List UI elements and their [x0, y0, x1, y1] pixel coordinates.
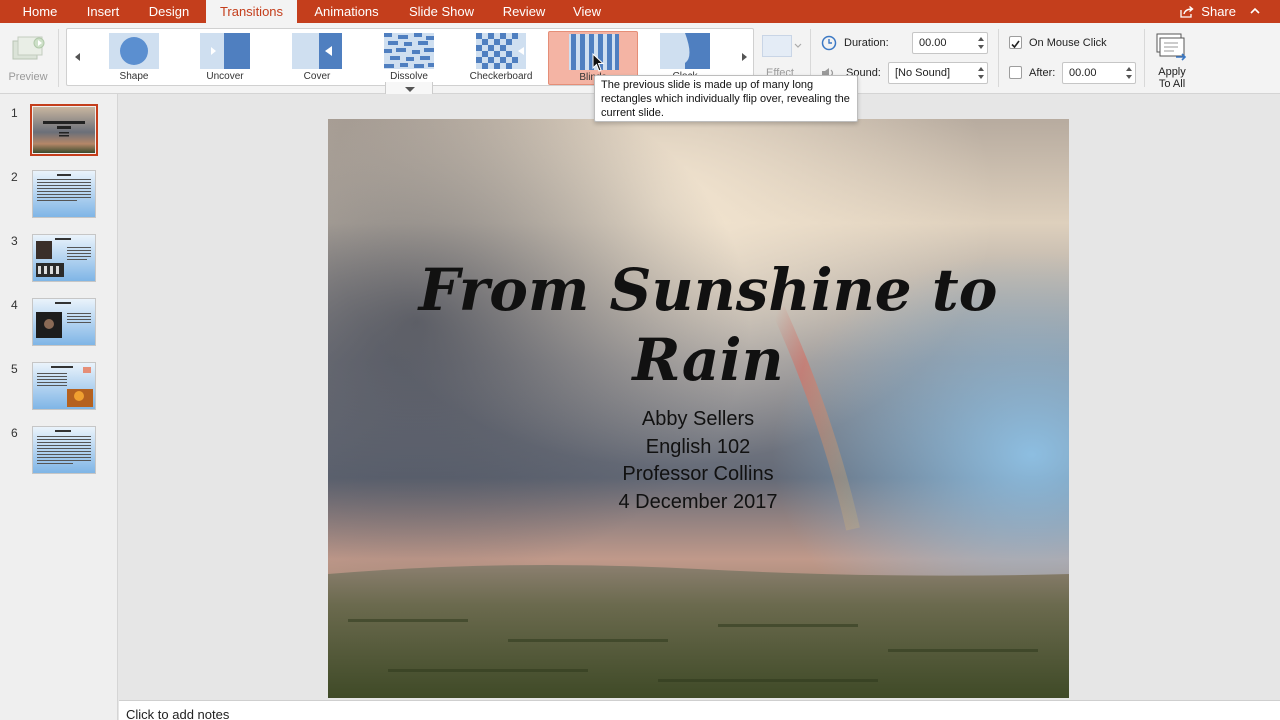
apply-to-all-icon — [1156, 33, 1187, 61]
slide-thumbnail-pane: 1 2 3 4 5 6 — [0, 94, 118, 720]
gallery-scroll-left-icon[interactable] — [73, 51, 83, 63]
tab-design[interactable]: Design — [138, 0, 200, 23]
after-value: 00.00 — [1069, 67, 1097, 79]
transition-label: Cover — [303, 71, 331, 82]
duration-stepper[interactable]: 00.00 — [912, 32, 988, 54]
uncover-icon — [200, 33, 250, 69]
slide-number: 1 — [11, 106, 18, 120]
transition-dissolve[interactable]: Dissolve — [364, 31, 454, 85]
on-mouse-click-checkbox[interactable] — [1009, 36, 1022, 49]
preview-button[interactable]: Preview — [6, 29, 50, 87]
slide-thumbnail-5[interactable] — [32, 362, 96, 410]
tab-slide-show[interactable]: Slide Show — [398, 0, 485, 23]
tab-insert[interactable]: Insert — [74, 0, 132, 23]
slide-thumbnail-3[interactable] — [32, 234, 96, 282]
preview-label: Preview — [8, 71, 48, 83]
duration-value: 00.00 — [919, 37, 947, 49]
notes-pane[interactable]: Click to add notes — [119, 700, 1280, 720]
effect-options-icon — [762, 35, 792, 57]
ribbon-separator — [998, 29, 999, 87]
circle-shape-icon — [109, 33, 159, 69]
after-checkbox[interactable] — [1009, 66, 1022, 79]
clock-wipe-icon — [660, 33, 710, 69]
gallery-scroll-right-icon[interactable] — [739, 51, 749, 63]
slide-thumbnail-image — [33, 235, 95, 281]
share-label: Share — [1201, 4, 1236, 19]
preview-icon — [12, 36, 45, 60]
clock-icon — [821, 35, 837, 51]
subtitle-course: English 102 — [645, 435, 751, 458]
slide-thumbnail-image — [33, 299, 95, 345]
checkmark-icon — [1011, 40, 1020, 49]
after-label: After: — [1029, 67, 1056, 79]
transition-label: Dissolve — [390, 71, 428, 82]
ribbon-separator — [58, 29, 59, 87]
subtitle-author: Abby Sellers — [641, 408, 755, 430]
duration-label: Duration: — [844, 37, 889, 49]
apply-to-all-label: Apply To All — [1158, 66, 1186, 90]
transition-checkerboard[interactable]: Checkerboard — [456, 31, 546, 85]
chevron-down-icon — [405, 87, 415, 92]
subtitle-professor: Professor Collins — [622, 463, 774, 485]
select-arrows-icon — [978, 67, 984, 79]
slide-title[interactable]: From Sunshine to Rain — [368, 255, 1048, 395]
slide-thumbnail-6[interactable] — [32, 426, 96, 474]
tab-review[interactable]: Review — [493, 0, 555, 23]
slide-thumbnail-image — [33, 107, 95, 153]
sound-select[interactable]: [No Sound] — [888, 62, 988, 84]
slide-thumbnail-4[interactable] — [32, 298, 96, 346]
share-button[interactable]: Share — [1180, 0, 1236, 23]
slide-thumbnail-image — [33, 171, 95, 217]
ribbon-tab-bar: Home Insert Design Transitions Animation… — [0, 0, 1280, 24]
transition-label: Shape — [119, 71, 149, 82]
dissolve-icon — [384, 33, 434, 69]
transition-cover[interactable]: Cover — [272, 31, 362, 85]
slide-number: 6 — [11, 426, 18, 440]
after-stepper[interactable]: 00.00 — [1062, 62, 1136, 84]
slide-number: 4 — [11, 298, 18, 312]
effect-dropdown-arrow-icon — [794, 43, 802, 48]
notes-placeholder: Click to add notes — [126, 707, 230, 720]
slide-subtitle[interactable]: Abby Sellers English 102 Professor Colli… — [548, 406, 848, 516]
transition-shape[interactable]: Shape — [89, 31, 179, 85]
mouse-pointer-icon — [592, 53, 605, 72]
slide-thumbnail-2[interactable] — [32, 170, 96, 218]
tab-home[interactable]: Home — [12, 0, 68, 23]
slide-title-line: Rain — [632, 326, 784, 394]
slide-thumbnail-image — [33, 427, 95, 473]
apply-to-all-button[interactable]: Apply To All — [1150, 33, 1194, 93]
checkerboard-icon — [476, 33, 526, 69]
stepper-arrows-icon[interactable] — [1125, 65, 1133, 81]
tab-view[interactable]: View — [563, 0, 611, 23]
ribbon-separator — [1144, 29, 1145, 87]
stepper-arrows-icon[interactable] — [977, 35, 985, 51]
tab-transitions[interactable]: Transitions — [206, 0, 297, 24]
transition-label: Uncover — [206, 71, 244, 82]
on-mouse-click-label: On Mouse Click — [1029, 37, 1107, 49]
share-icon — [1180, 5, 1194, 18]
subtitle-date: 4 December 2017 — [618, 490, 778, 513]
transition-uncover[interactable]: Uncover — [180, 31, 270, 85]
collapse-ribbon-chevron-icon[interactable] — [1248, 4, 1262, 18]
slide-thumbnail-image — [33, 363, 95, 409]
transition-label: Checkerboard — [469, 71, 533, 82]
slide-number: 2 — [11, 170, 18, 184]
slide-number: 5 — [11, 362, 18, 376]
cover-icon — [292, 33, 342, 69]
slide-thumbnail-1[interactable] — [30, 104, 98, 156]
current-slide[interactable]: From Sunshine to Rain Abby Sellers Engli… — [328, 119, 1069, 698]
sound-value: [No Sound] — [895, 67, 951, 79]
slide-title-line: From Sunshine to — [418, 256, 998, 324]
slide-number: 3 — [11, 234, 18, 248]
transition-tooltip: The previous slide is made up of many lo… — [594, 75, 858, 122]
tab-animations[interactable]: Animations — [303, 0, 390, 23]
